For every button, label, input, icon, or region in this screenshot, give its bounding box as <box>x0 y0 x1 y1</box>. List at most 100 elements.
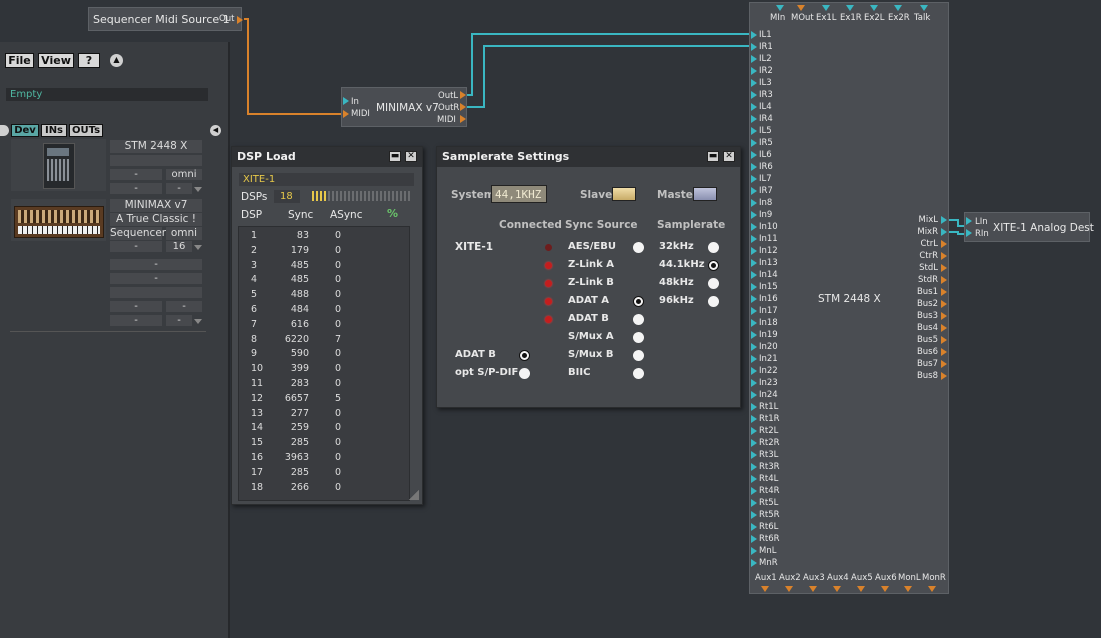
input-port[interactable] <box>751 415 757 423</box>
input-port[interactable] <box>751 163 757 171</box>
device2-name[interactable]: MINIMAX v7 <box>110 199 202 212</box>
help-menu[interactable]: ? <box>78 53 100 68</box>
device-select[interactable]: XITE-1 <box>239 173 414 186</box>
device2-dropdown-icon[interactable] <box>194 245 202 250</box>
sync-source-radio[interactable] <box>633 350 644 361</box>
device2-field3[interactable]: - <box>110 241 162 252</box>
master-button[interactable] <box>693 187 717 201</box>
input-port[interactable] <box>751 391 757 399</box>
top-port[interactable] <box>894 5 902 11</box>
device2-field4[interactable]: 16 <box>166 241 192 252</box>
device2-thumb-cell[interactable] <box>11 199 106 241</box>
rin-port[interactable] <box>966 229 972 237</box>
input-port[interactable] <box>751 295 757 303</box>
sync-source-radio[interactable] <box>633 314 644 325</box>
collapse-right-icon[interactable]: ◀ <box>210 125 221 136</box>
input-port[interactable] <box>751 115 757 123</box>
row-dropdown-icon[interactable] <box>194 319 202 324</box>
output-port[interactable] <box>941 336 947 344</box>
input-port[interactable] <box>751 535 757 543</box>
input-port[interactable] <box>751 139 757 147</box>
midi-in-port[interactable] <box>343 110 349 118</box>
input-port[interactable] <box>751 103 757 111</box>
bottom-port[interactable] <box>833 586 841 592</box>
device1-src[interactable]: - <box>110 169 162 180</box>
input-port[interactable] <box>751 451 757 459</box>
device1-name[interactable]: STM 2448 X <box>110 140 202 153</box>
rate-radio[interactable] <box>708 242 719 253</box>
input-port[interactable] <box>751 499 757 507</box>
input-port[interactable] <box>751 487 757 495</box>
input-port[interactable] <box>751 67 757 75</box>
output-port[interactable] <box>941 312 947 320</box>
list-row[interactable]: - <box>110 259 202 270</box>
output-port[interactable] <box>941 348 947 356</box>
rate-radio[interactable] <box>708 296 719 307</box>
input-port[interactable] <box>751 439 757 447</box>
analog-dest-module[interactable]: LIn RIn XITE-1 Analog Dest <box>964 212 1094 242</box>
list-row[interactable]: - <box>166 315 192 326</box>
input-port[interactable] <box>751 367 757 375</box>
outl-port[interactable] <box>460 91 466 99</box>
input-port[interactable] <box>751 55 757 63</box>
output-port[interactable] <box>941 216 947 224</box>
input-port[interactable] <box>751 379 757 387</box>
tab-outs[interactable]: OUTs <box>69 124 103 137</box>
minimax-module[interactable]: In MIDI MINIMAX v7 OutL OutR MIDI <box>341 87 467 127</box>
input-port[interactable] <box>751 343 757 351</box>
input-port[interactable] <box>751 403 757 411</box>
scroll-left-icon[interactable] <box>0 125 9 136</box>
view-menu[interactable]: View <box>38 53 74 68</box>
dsp-load-window[interactable]: DSP Load ▬ ✕ XITE-1 DSPs 18 DSP Sync ASy… <box>231 146 423 505</box>
outr-port[interactable] <box>460 103 466 111</box>
close-icon[interactable]: ✕ <box>723 151 735 162</box>
output-port[interactable] <box>941 288 947 296</box>
tab-ins[interactable]: INs <box>41 124 67 137</box>
output-port[interactable] <box>941 240 947 248</box>
input-port[interactable] <box>751 127 757 135</box>
top-port[interactable] <box>776 5 784 11</box>
input-port[interactable] <box>751 547 757 555</box>
top-port[interactable] <box>870 5 878 11</box>
top-port[interactable] <box>920 5 928 11</box>
file-menu[interactable]: File <box>5 53 34 68</box>
input-port[interactable] <box>751 187 757 195</box>
output-port[interactable] <box>941 264 947 272</box>
device1-field3[interactable]: - <box>110 183 162 194</box>
stm-2448-module[interactable]: STM 2448 X IL1 IR1 IL2 IR2 IL3 IR3 IL4 IR4 IL5 IR… <box>749 2 949 594</box>
empty-field[interactable]: Empty <box>6 88 208 101</box>
bottom-port[interactable] <box>928 586 936 592</box>
sync-source-radio[interactable] <box>633 332 644 343</box>
bottom-port[interactable] <box>857 586 865 592</box>
samplerate-title[interactable]: Samplerate Settings <box>437 147 740 167</box>
device1-field4[interactable]: - <box>166 183 192 194</box>
device1-channel[interactable]: omni <box>166 169 202 180</box>
output-port[interactable] <box>941 324 947 332</box>
bottom-port[interactable] <box>809 586 817 592</box>
slave-button[interactable] <box>612 187 636 201</box>
output-port[interactable] <box>941 300 947 308</box>
minimize-icon[interactable]: ▬ <box>707 151 719 162</box>
opt-spdif-radio[interactable] <box>519 368 530 379</box>
list-row[interactable]: - <box>110 301 162 312</box>
output-port[interactable] <box>941 360 947 368</box>
top-port[interactable] <box>846 5 854 11</box>
sync-source-radio[interactable] <box>633 242 644 253</box>
input-port[interactable] <box>751 307 757 315</box>
input-port[interactable] <box>751 523 757 531</box>
output-port[interactable] <box>941 372 947 380</box>
output-port[interactable] <box>941 252 947 260</box>
minimize-icon[interactable]: ▬ <box>389 151 401 162</box>
top-port[interactable] <box>822 5 830 11</box>
samplerate-settings-window[interactable]: Samplerate Settings ▬ ✕ System 44,1KHZ S… <box>436 146 741 408</box>
adat-b-radio[interactable] <box>519 350 530 361</box>
input-port[interactable] <box>751 259 757 267</box>
device1-dropdown-icon[interactable] <box>194 187 202 192</box>
input-port[interactable] <box>751 271 757 279</box>
up-arrow-icon[interactable]: ▲ <box>110 54 123 67</box>
bottom-port[interactable] <box>785 586 793 592</box>
device2-subtitle[interactable]: A True Classic ! <box>110 213 202 226</box>
input-port[interactable] <box>751 427 757 435</box>
list-row[interactable]: - <box>166 301 202 312</box>
input-port[interactable] <box>751 355 757 363</box>
